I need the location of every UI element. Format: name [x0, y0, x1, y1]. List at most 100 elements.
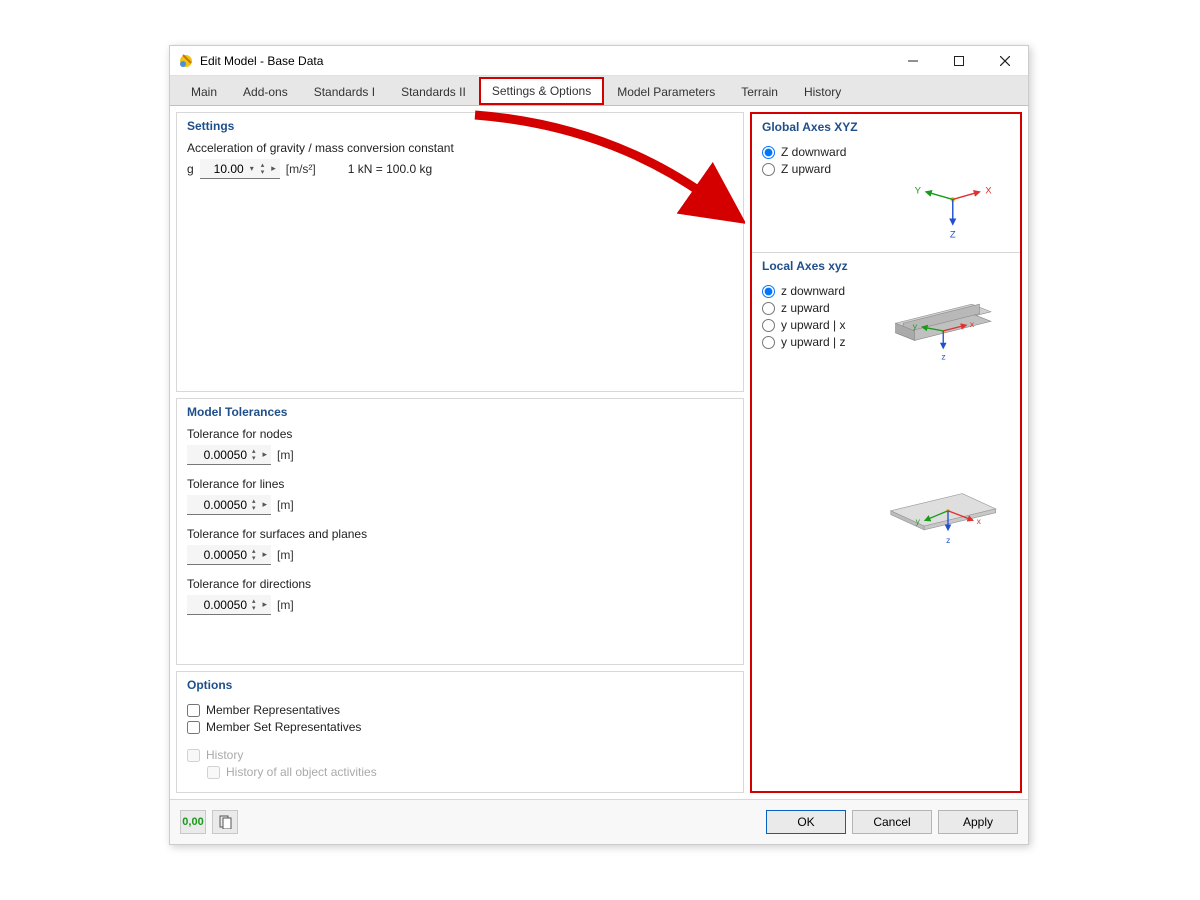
g-play-icon[interactable]: ▸ — [267, 163, 280, 174]
tol-directions-input[interactable] — [187, 596, 249, 614]
panel-options: Options Member Representatives Member Se… — [176, 671, 744, 793]
panel-local-axes: Local Axes xyz z downward z upward y upw… — [752, 253, 1020, 791]
tab-terrain[interactable]: Terrain — [728, 78, 791, 105]
tabbar: Main Add-ons Standards I Standards II Se… — [170, 76, 1028, 106]
step-icons[interactable]: ▴▾ — [249, 498, 259, 512]
right-column: Global Axes XYZ Z downward Z upward — [750, 112, 1022, 793]
tol-nodes-label: Tolerance for nodes — [187, 427, 733, 441]
svg-text:y: y — [916, 516, 921, 526]
radio-z-upward[interactable]: Z upward — [762, 162, 1010, 176]
panel-options-body: Member Representatives Member Set Repres… — [177, 698, 743, 792]
panel-global-axes-body: Z downward Z upward — [752, 140, 1020, 252]
g-spinner[interactable]: ▾ ▴▾ ▸ — [200, 159, 280, 179]
play-icon[interactable]: ▸ — [259, 449, 272, 460]
cancel-button[interactable]: Cancel — [852, 810, 932, 834]
close-button[interactable] — [982, 46, 1028, 75]
g-symbol: g — [187, 162, 194, 176]
panel-global-axes: Global Axes XYZ Z downward Z upward — [752, 114, 1020, 253]
play-icon[interactable]: ▸ — [259, 599, 272, 610]
g-step-icons[interactable]: ▴▾ — [258, 162, 268, 176]
tol-surfaces-unit: [m] — [277, 548, 294, 562]
tab-settings-options[interactable]: Settings & Options — [479, 77, 604, 105]
tol-surfaces-label: Tolerance for surfaces and planes — [187, 527, 733, 541]
apply-button[interactable]: Apply — [938, 810, 1018, 834]
check-history-activities: History of all object activities — [207, 765, 733, 779]
check-member-rep[interactable]: Member Representatives — [187, 703, 733, 717]
radio-z-downward-input[interactable] — [762, 146, 775, 159]
tol-lines-unit: [m] — [277, 498, 294, 512]
tab-model-parameters[interactable]: Model Parameters — [604, 78, 728, 105]
radio-z-upward-label: Z upward — [781, 162, 831, 176]
play-icon[interactable]: ▸ — [259, 499, 272, 510]
check-history-label: History — [206, 748, 243, 762]
check-member-set-rep[interactable]: Member Set Representatives — [187, 720, 733, 734]
check-member-set-rep-box[interactable] — [187, 721, 200, 734]
svg-text:Y: Y — [915, 186, 922, 197]
tol-nodes-spinner[interactable]: ▴▾ ▸ — [187, 445, 271, 465]
step-icons[interactable]: ▴▾ — [249, 448, 259, 462]
tol-lines-block: Tolerance for lines ▴▾ ▸ [m] — [187, 477, 733, 515]
panel-settings-title: Settings — [177, 113, 743, 139]
panel-settings-body: Acceleration of gravity / mass conversio… — [177, 139, 743, 189]
gravity-label: Acceleration of gravity / mass conversio… — [187, 141, 733, 155]
g-dropdown-icon[interactable]: ▾ — [246, 164, 258, 173]
play-icon[interactable]: ▸ — [259, 549, 272, 560]
check-history-box — [187, 749, 200, 762]
dialog-edit-model: Edit Model - Base Data Main Add-ons Stan… — [169, 45, 1029, 845]
check-member-set-rep-label: Member Set Representatives — [206, 720, 361, 734]
tab-history[interactable]: History — [791, 78, 854, 105]
step-icons[interactable]: ▴▾ — [249, 598, 259, 612]
maximize-icon — [954, 56, 964, 66]
check-history-activities-label: History of all object activities — [226, 765, 377, 779]
units-button[interactable]: 0,00 — [180, 810, 206, 834]
tab-standards2[interactable]: Standards II — [388, 78, 479, 105]
step-icons[interactable]: ▴▾ — [249, 548, 259, 562]
maximize-button[interactable] — [936, 46, 982, 75]
clipboard-button[interactable] — [212, 810, 238, 834]
tol-lines-spinner[interactable]: ▴▾ ▸ — [187, 495, 271, 515]
tab-standards1[interactable]: Standards I — [301, 78, 388, 105]
gravity-row: g ▾ ▴▾ ▸ [m/s²] 1 kN = 100.0 kg — [187, 159, 733, 179]
radio-z-downward-label: Z downward — [781, 145, 846, 159]
global-axes-diagram: X Y Z — [762, 179, 1010, 239]
radio-z-downward[interactable]: Z downward — [762, 145, 1010, 159]
panel-tolerances-body: Tolerance for nodes ▴▾ ▸ [m] Tolerance f… — [177, 425, 743, 637]
radio-z-upward-input[interactable] — [762, 163, 775, 176]
tab-addons[interactable]: Add-ons — [230, 78, 301, 105]
svg-text:x: x — [970, 319, 975, 329]
tol-directions-block: Tolerance for directions ▴▾ ▸ [m] — [187, 577, 733, 615]
tol-surfaces-block: Tolerance for surfaces and planes ▴▾ ▸ [… — [187, 527, 733, 565]
svg-text:x: x — [977, 516, 982, 526]
minimize-button[interactable] — [890, 46, 936, 75]
tol-lines-label: Tolerance for lines — [187, 477, 733, 491]
tol-nodes-block: Tolerance for nodes ▴▾ ▸ [m] — [187, 427, 733, 465]
close-icon — [1000, 56, 1010, 66]
tol-nodes-input[interactable] — [187, 446, 249, 464]
g-unit: [m/s²] — [286, 162, 316, 176]
panel-local-axes-title: Local Axes xyz — [752, 253, 1020, 279]
titlebar: Edit Model - Base Data — [170, 46, 1028, 76]
g-equation: 1 kN = 100.0 kg — [348, 162, 432, 176]
units-icon: 0,00 — [182, 816, 203, 828]
tol-lines-input[interactable] — [187, 496, 249, 514]
local-axes-beam-diagram: x y z — [762, 293, 1010, 363]
tab-main[interactable]: Main — [178, 78, 230, 105]
tol-surfaces-input[interactable] — [187, 546, 249, 564]
check-member-rep-label: Member Representatives — [206, 703, 340, 717]
ok-button[interactable]: OK — [766, 810, 846, 834]
app-icon — [178, 53, 194, 69]
panel-tolerances-title: Model Tolerances — [177, 399, 743, 425]
tol-nodes-unit: [m] — [277, 448, 294, 462]
panel-local-axes-body: z downward z upward y upward | x y upwar… — [752, 279, 1020, 559]
window-title: Edit Model - Base Data — [200, 54, 890, 68]
tol-surfaces-spinner[interactable]: ▴▾ ▸ — [187, 545, 271, 565]
check-history-activities-box — [207, 766, 220, 779]
tol-directions-spinner[interactable]: ▴▾ ▸ — [187, 595, 271, 615]
svg-text:Z: Z — [950, 230, 956, 239]
svg-text:y: y — [913, 321, 918, 331]
g-input[interactable] — [200, 160, 246, 178]
dialog-content: Settings Acceleration of gravity / mass … — [170, 106, 1028, 799]
panel-settings: Settings Acceleration of gravity / mass … — [176, 112, 744, 392]
panel-tolerances: Model Tolerances Tolerance for nodes ▴▾ … — [176, 398, 744, 665]
check-member-rep-box[interactable] — [187, 704, 200, 717]
